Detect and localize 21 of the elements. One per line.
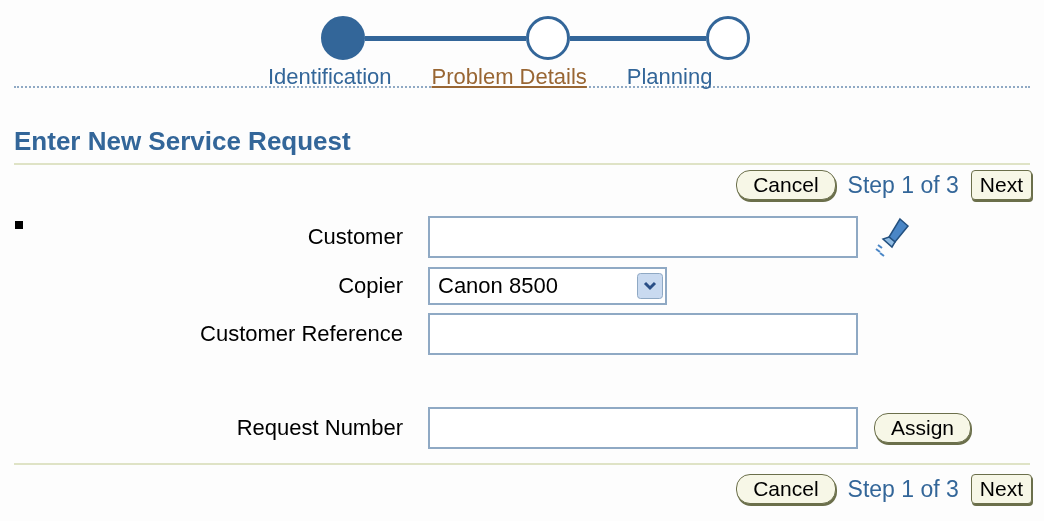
text-field[interactable]	[428, 313, 858, 355]
step-indicator: Step 1 of 3	[847, 475, 959, 503]
next-button[interactable]: Next	[970, 170, 1032, 200]
cancel-button[interactable]: Cancel	[736, 474, 836, 504]
next-button[interactable]: Next	[970, 474, 1032, 504]
bullet-mark	[15, 221, 23, 229]
step-link[interactable]: Problem Details	[431, 64, 587, 90]
step-label: Planning	[626, 64, 713, 90]
flashlight-icon[interactable]	[874, 215, 912, 259]
cancel-button[interactable]: Cancel	[736, 170, 836, 200]
copier-select[interactable]: Canon 8500	[428, 267, 667, 305]
step-indicator: Step 1 of 3	[847, 171, 959, 199]
assign-button[interactable]: Assign	[874, 413, 972, 443]
page-heading: Enter New Service Request	[14, 126, 352, 157]
field-label: Request Number	[236, 415, 403, 441]
text-field[interactable]	[428, 216, 858, 258]
field-label: Copier	[338, 273, 403, 299]
field-label: Customer Reference	[200, 321, 403, 347]
text-field[interactable]	[428, 407, 858, 449]
step-label: Identification	[268, 64, 392, 90]
field-label: Customer	[307, 224, 403, 250]
